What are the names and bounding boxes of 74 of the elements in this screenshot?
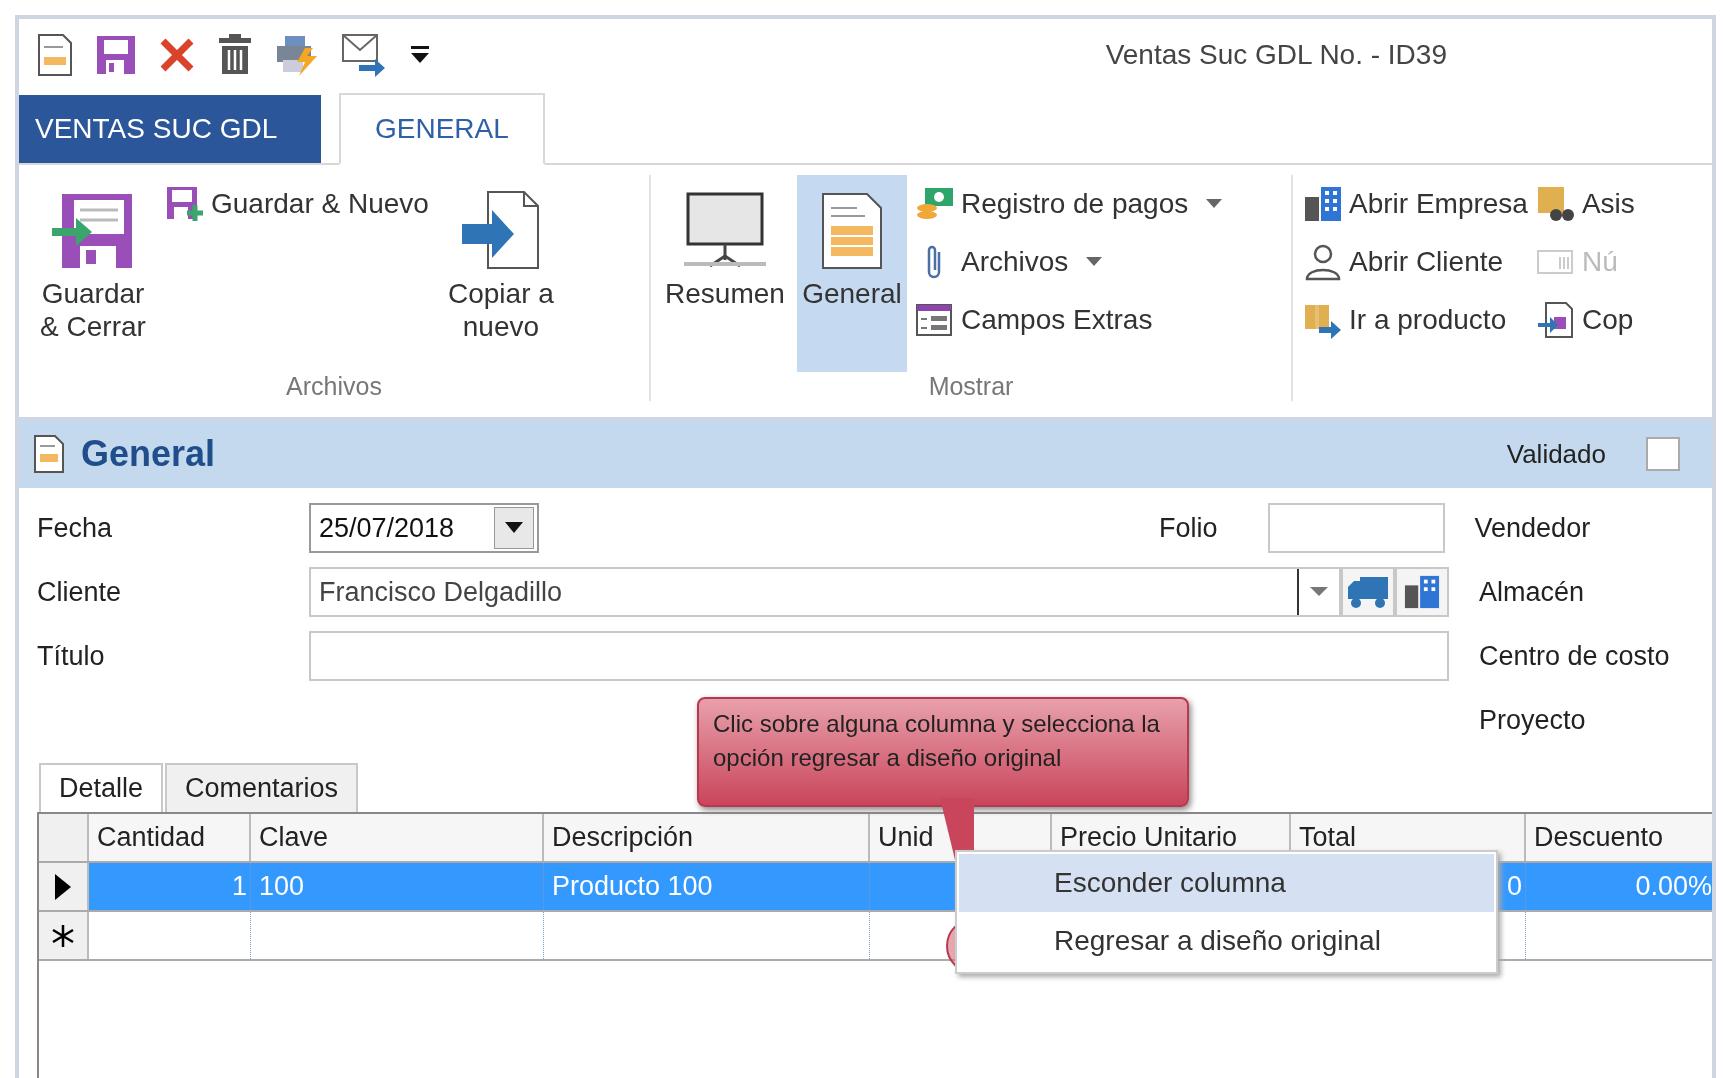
money-coins-icon: [915, 186, 955, 222]
large-ribbon-button[interactable]: Copiar a nuevo: [436, 175, 565, 372]
mail-arrow-icon[interactable]: [341, 33, 387, 77]
field-label: Vendedor: [1474, 512, 1591, 544]
field-label: Título: [37, 640, 106, 672]
dropdown-arrow-icon: [1206, 199, 1223, 209]
large-ribbon-button[interactable]: Guardar & Cerrar: [29, 175, 157, 372]
field-label: Almacén: [1479, 576, 1585, 608]
save-icon[interactable]: [95, 34, 137, 76]
date-field[interactable]: 25/07/2018: [309, 503, 539, 553]
dropdown-button[interactable]: [494, 507, 534, 549]
ribbon-button[interactable]: Asis: [1535, 185, 1635, 223]
field-label: Proyecto: [1479, 704, 1586, 736]
ribbon-button[interactable]: Abrir Empresa: [1303, 185, 1528, 223]
combo-field[interactable]: Francisco Delgadillo: [309, 567, 1341, 617]
title-field[interactable]: [309, 631, 1449, 681]
ribbon-button[interactable]: Cop: [1535, 301, 1635, 339]
ribbon-button[interactable]: Archivos: [915, 243, 1223, 281]
truck-button[interactable]: [1341, 567, 1395, 617]
group-label: Mostrar: [927, 372, 1015, 401]
asterisk-icon: [52, 924, 74, 947]
floppy-disk-plus-icon: [165, 185, 205, 223]
tab[interactable]: Detalle: [39, 763, 164, 812]
ribbon-button[interactable]: Abrir Cliente: [1303, 243, 1528, 281]
box-binoculars-icon: [1535, 185, 1576, 223]
close-icon[interactable]: [159, 37, 195, 73]
trash-icon[interactable]: [217, 34, 253, 76]
validado-checkbox[interactable]: [1646, 437, 1680, 471]
column-header[interactable]: Clave: [251, 814, 544, 861]
building-icon: [1403, 574, 1441, 610]
file-tab[interactable]: VENTAS SUC GDL: [19, 95, 321, 163]
document-icon: [33, 434, 65, 474]
column-header[interactable]: Cantidad: [89, 814, 251, 861]
building-button[interactable]: [1395, 567, 1449, 617]
ribbon-tab[interactable]: GENERAL: [339, 93, 545, 165]
large-ribbon-button[interactable]: General: [797, 175, 907, 372]
printer-lightning-icon[interactable]: [275, 34, 319, 76]
field-label: Folio: [1159, 512, 1218, 544]
grid-corner: [39, 814, 89, 861]
menu-item[interactable]: Regresar a diseño original: [959, 912, 1494, 970]
document-icon[interactable]: [37, 33, 73, 77]
window-title: Ventas Suc GDL No. - ID39: [1105, 39, 1447, 71]
menu-item[interactable]: Esconder columna: [959, 854, 1494, 912]
group-label: Archivos: [285, 372, 383, 401]
folio-field[interactable]: [1267, 503, 1445, 553]
form-window-icon: [915, 302, 955, 338]
field-label: Centro de costo: [1479, 640, 1670, 672]
dropdown-arrow-icon: [1086, 257, 1103, 267]
table-cell: Producto 100: [544, 863, 870, 910]
section-title: General: [81, 433, 216, 475]
row-header[interactable]: [39, 912, 89, 959]
document-arrow-icon: [1535, 301, 1576, 339]
caret-icon: [1310, 587, 1328, 597]
table-cell: 100: [251, 863, 544, 910]
validado-label: Validado: [1506, 438, 1606, 470]
row-header[interactable]: [39, 863, 89, 910]
building-icon: [1303, 185, 1343, 223]
column-header[interactable]: Descripción: [544, 814, 870, 861]
person-icon: [1303, 243, 1343, 281]
table-cell: 0.00%: [1526, 863, 1712, 910]
ribbon-button[interactable]: Ir a producto: [1303, 301, 1528, 339]
ribbon-button[interactable]: Guardar & Nuevo: [165, 185, 429, 223]
current-row-icon: [55, 873, 71, 900]
column-header[interactable]: Descuento: [1526, 814, 1712, 861]
field-label: Cliente: [37, 576, 123, 608]
caret-icon: [505, 522, 523, 534]
truck-icon: [1346, 575, 1390, 609]
table-cell: 1: [89, 863, 251, 910]
ribbon-button[interactable]: Campos Extras: [915, 301, 1223, 339]
field-label: Fecha: [37, 512, 114, 544]
large-ribbon-button[interactable]: Resumen: [661, 175, 789, 372]
callout: Clic sobre alguna columna y selecciona la opción regresar a diseño original: [697, 697, 1189, 807]
ribbon-button[interactable]: Registro de pagos: [915, 185, 1223, 223]
tab[interactable]: Comentarios: [165, 763, 359, 812]
